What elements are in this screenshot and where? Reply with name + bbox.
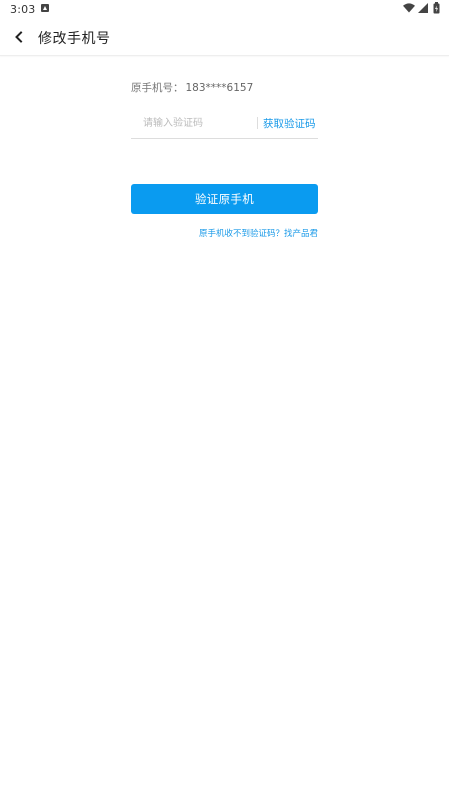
get-code-button[interactable]: 获取验证码 [263,116,316,131]
battery-icon [433,2,440,14]
status-time: 3:03 [10,3,36,16]
page-title: 修改手机号 [38,31,111,47]
verify-original-phone-button[interactable]: 验证原手机 [131,184,318,214]
verification-code-row: 获取验证码 [131,112,318,139]
wifi-icon [403,3,415,13]
notification-icon [41,4,49,12]
chevron-left-icon [15,31,23,43]
screen: 3:03 修改手机号 原手机号：183****6157 获取验证码 验证原手机 … [0,0,449,800]
toolbar: 修改手机号 [0,20,449,56]
original-phone-value: 183****6157 [185,82,254,94]
original-phone-label: 原手机号： [131,82,184,94]
status-bar: 3:03 [0,0,449,20]
field-divider [257,117,258,129]
back-button[interactable] [8,26,30,48]
signal-icon [418,3,428,13]
help-link[interactable]: 原手机收不到验证码？找产品君 [199,227,318,239]
verification-code-input[interactable] [131,112,261,134]
original-phone-row: 原手机号： 183****6157 [131,80,253,95]
